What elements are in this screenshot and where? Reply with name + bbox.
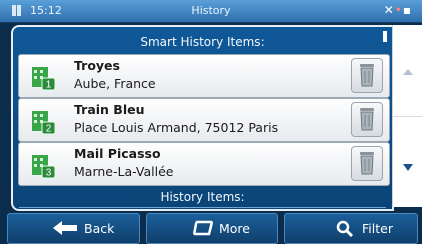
trash-can-icon [360,64,374,87]
item-number: 3 [46,168,52,179]
location-building-icon: 1 [32,67,56,91]
rounded-rectangle-icon [193,220,213,236]
filter-label: Filter [362,221,393,236]
list-item[interactable]: 3 Mail Picasso Marne-La-Vallée [18,142,390,186]
connectivity-icon: ✕•▪ [383,3,412,17]
back-button[interactable]: Back [7,213,140,244]
item-number: 1 [46,80,52,91]
smart-history-header: Smart History Items: [140,35,265,49]
delete-item-button[interactable] [351,58,383,93]
list-item[interactable]: 2 Train Bleu Place Louis Armand, 75012 P… [18,98,390,142]
back-label: Back [84,221,115,236]
more-button[interactable]: More [146,213,278,244]
scrollbar[interactable] [383,25,422,207]
trash-can-icon [360,152,374,175]
item-title: Troyes [74,58,120,73]
location-building-icon: 2 [32,111,56,135]
item-title: Train Bleu [74,102,145,117]
item-subtitle: Place Louis Armand, 75012 Paris [74,120,279,135]
location-building-icon: 3 [32,155,56,179]
left-arrow-icon [53,221,77,235]
bottom-toolbar: Back More Filter [0,211,422,244]
more-label: More [219,221,250,236]
item-subtitle: Aube, France [74,76,156,91]
divider [19,207,386,208]
item-subtitle: Marne-La-Vallée [74,164,174,179]
status-bar: 15:12 History ✕•▪ [0,0,422,23]
delete-item-button[interactable] [351,102,383,137]
list-item[interactable]: 1 Troyes Aube, France [18,54,390,98]
divider [393,116,422,117]
trash-can-icon [360,108,374,131]
delete-item-button[interactable] [351,146,383,181]
history-items-header: History Items: [160,190,245,204]
item-number: 2 [46,124,52,135]
filter-button[interactable]: Filter [284,213,418,244]
scroll-down-arrow-icon[interactable] [403,164,413,171]
scroll-position-indicator [383,31,387,42]
scroll-up-arrow-icon[interactable] [403,69,413,75]
screen-title: History [191,4,231,17]
magnifier-icon [336,220,354,237]
item-title: Mail Picasso [74,146,161,161]
history-list-panel: Smart History Items: 1 Troyes Aube, Fran… [11,25,394,211]
